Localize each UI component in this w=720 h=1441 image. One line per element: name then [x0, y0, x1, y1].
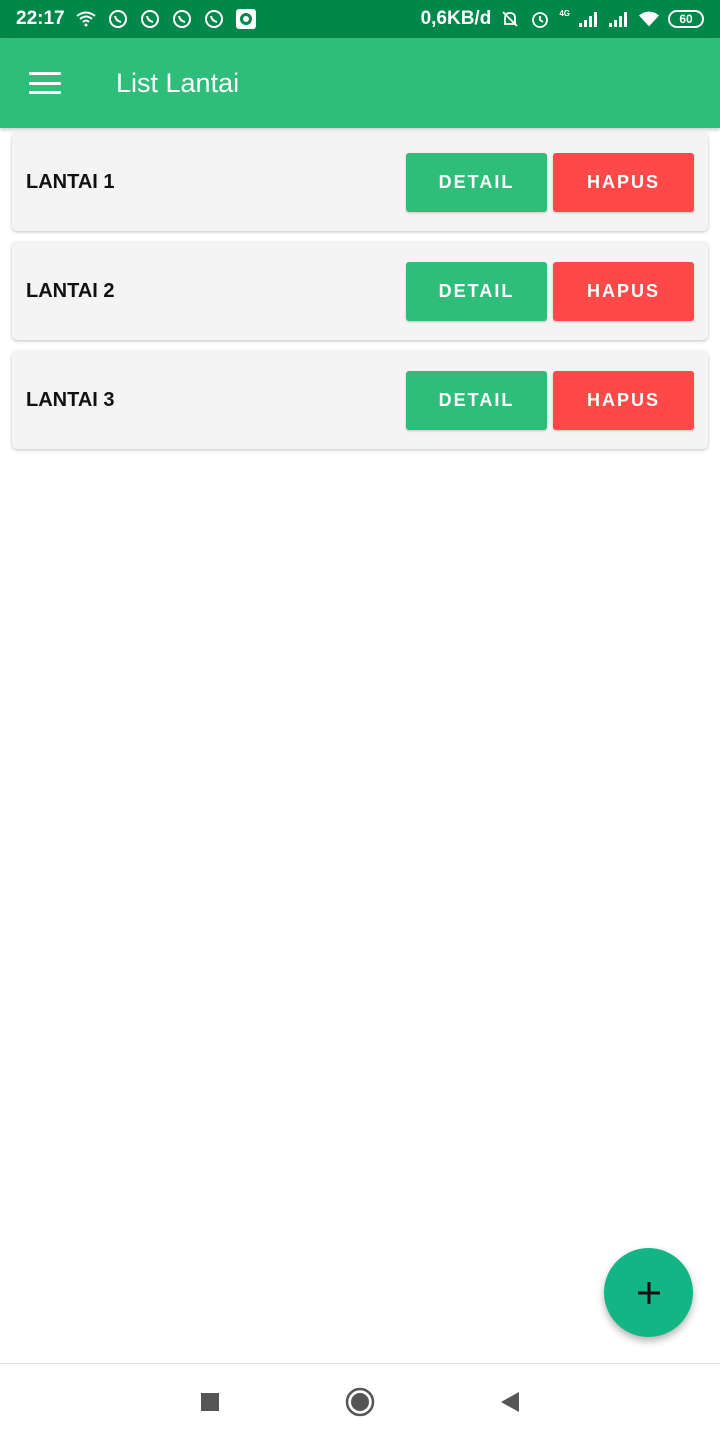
- list-item: LANTAI 2 DETAIL HAPUS: [12, 242, 708, 340]
- floor-name: LANTAI 2: [26, 279, 115, 302]
- whatsapp-icon: [171, 8, 193, 30]
- add-floor-button[interactable]: [604, 1248, 693, 1337]
- delete-button[interactable]: HAPUS: [553, 152, 694, 212]
- list-item: LANTAI 3 DETAIL HAPUS: [12, 351, 708, 449]
- hamburger-menu-icon[interactable]: [0, 38, 90, 128]
- system-nav-bar: [0, 1363, 720, 1440]
- media-icon: [235, 8, 257, 30]
- battery-icon: 60: [668, 10, 704, 28]
- app-bar: List Lantai: [0, 38, 720, 128]
- delete-button[interactable]: HAPUS: [553, 370, 694, 430]
- detail-button[interactable]: DETAIL: [406, 261, 547, 321]
- delete-button[interactable]: HAPUS: [553, 261, 694, 321]
- home-icon[interactable]: [285, 1364, 435, 1441]
- battery-level: 60: [679, 12, 693, 26]
- floor-name: LANTAI 3: [26, 388, 115, 411]
- network-type: 4G: [559, 8, 570, 18]
- floor-name: LANTAI 1: [26, 170, 115, 193]
- alarm-icon: [529, 8, 551, 30]
- signal-icon: [608, 8, 630, 30]
- mute-icon: [499, 8, 521, 30]
- floor-list: LANTAI 1 DETAIL HAPUS LANTAI 2 DETAIL HA…: [12, 133, 708, 460]
- back-icon[interactable]: [435, 1364, 585, 1441]
- detail-button[interactable]: DETAIL: [406, 370, 547, 430]
- plus-icon: [637, 1281, 660, 1304]
- signal-icon: [578, 8, 600, 30]
- page-title: List Lantai: [116, 67, 240, 98]
- status-time: 22:17: [16, 8, 65, 29]
- recent-apps-icon[interactable]: [135, 1364, 285, 1441]
- wifi-icon: [638, 8, 660, 30]
- whatsapp-icon: [107, 8, 129, 30]
- status-bar: 22:17 0,6KB/d 4G 60: [0, 0, 720, 38]
- net-speed: 0,6KB/d: [420, 8, 492, 29]
- whatsapp-icon: [203, 8, 225, 30]
- detail-button[interactable]: DETAIL: [406, 152, 547, 212]
- wifi-calling-icon: [75, 8, 97, 30]
- whatsapp-icon: [139, 8, 161, 30]
- list-item: LANTAI 1 DETAIL HAPUS: [12, 133, 708, 231]
